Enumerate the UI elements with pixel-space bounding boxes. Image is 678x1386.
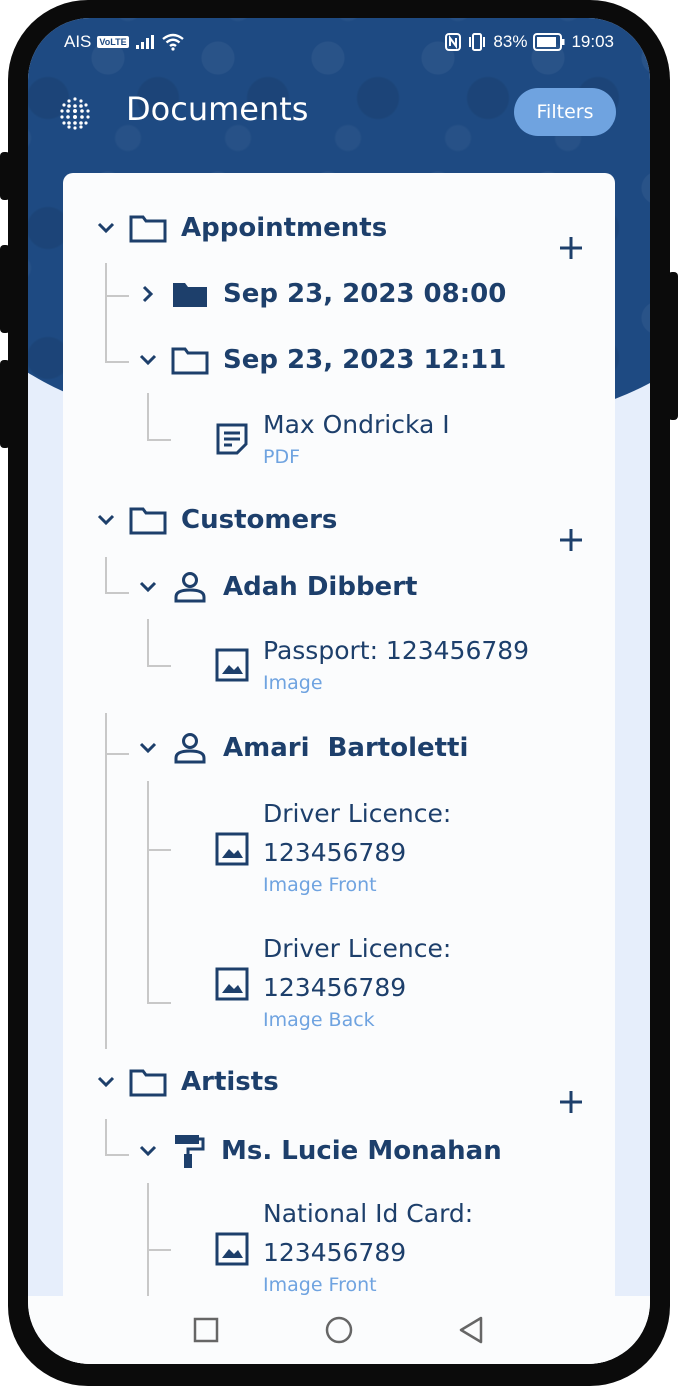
document-title: Max Ondricka I	[263, 410, 450, 439]
tree-connector	[147, 849, 171, 851]
tree-connector	[105, 1154, 129, 1156]
document-icon	[216, 423, 248, 454]
documents-tree: Appointments Sep 23, 2023 08:00 Sep 23, …	[63, 173, 615, 1364]
paint-roller-icon	[175, 1135, 205, 1168]
person-icon	[174, 733, 206, 764]
home-circle-icon[interactable]	[325, 1316, 353, 1344]
chevron-down-icon[interactable]	[95, 1071, 117, 1093]
chevron-down-icon[interactable]	[137, 349, 159, 371]
tree-connector	[105, 295, 129, 297]
chevron-down-icon[interactable]	[137, 576, 159, 598]
tree-connector	[105, 361, 129, 363]
document-number: 123456789	[263, 973, 407, 1002]
folder-icon	[171, 347, 209, 375]
side-button	[0, 245, 10, 333]
app-header: Documents Filters	[28, 84, 650, 144]
document-row[interactable]: Driver Licence: 123456789 Image Back	[215, 929, 451, 1031]
chevron-down-icon[interactable]	[95, 217, 117, 239]
document-row[interactable]: Passport: 123456789 Image	[215, 631, 529, 694]
document-title: Passport: 123456789	[263, 636, 530, 665]
volte-badge: VoLTE	[97, 36, 129, 48]
side-button	[0, 360, 10, 448]
folder-row[interactable]: Sep 23, 2023 12:11	[137, 345, 506, 375]
dots-grid-menu-icon[interactable]	[58, 96, 92, 130]
group-label: Customers	[181, 505, 338, 535]
carrier-label: AIS	[64, 32, 92, 51]
customer-row[interactable]: Amari Bartoletti	[137, 732, 468, 764]
filters-button[interactable]: Filters	[514, 88, 616, 136]
group-row-appointments[interactable]: Appointments	[95, 213, 387, 243]
group-row-artists[interactable]: Artists	[95, 1067, 279, 1097]
page-title: Documents	[126, 90, 309, 128]
tree-connector	[105, 592, 129, 594]
document-number: 123456789	[263, 838, 407, 867]
tree-connector	[105, 1119, 107, 1155]
vibrate-icon	[469, 33, 486, 51]
battery-percent: 83%	[493, 32, 528, 51]
side-button	[0, 152, 10, 200]
screen: AIS VoLTE 83% 19:03 Documents Filters Ap…	[28, 18, 650, 1364]
add-icon[interactable]	[558, 235, 584, 261]
status-bar: AIS VoLTE 83% 19:03	[28, 30, 650, 56]
tree-connector	[147, 665, 171, 667]
document-number: 123456789	[263, 1238, 407, 1267]
document-type: Image	[263, 672, 323, 694]
clock: 19:03	[571, 32, 614, 51]
artist-row[interactable]: Ms. Lucie Monahan	[137, 1133, 502, 1169]
chevron-down-icon[interactable]	[137, 737, 159, 759]
document-title: National Id Card:	[263, 1199, 474, 1228]
folder-filled-icon	[173, 283, 207, 307]
group-label: Artists	[181, 1067, 279, 1097]
customer-label: Amari Bartoletti	[223, 733, 469, 763]
document-type: Image Front	[263, 1274, 377, 1296]
group-row-customers[interactable]: Customers	[95, 505, 337, 535]
image-icon	[215, 1232, 249, 1266]
chevron-down-icon[interactable]	[137, 1140, 159, 1162]
side-button	[668, 272, 678, 420]
document-title: Driver Licence:	[263, 799, 452, 828]
folder-icon	[129, 215, 167, 243]
customer-row[interactable]: Adah Dibbert	[137, 571, 417, 603]
recents-square-icon[interactable]	[193, 1317, 219, 1343]
tree-connector	[147, 619, 149, 665]
signal-icon	[135, 35, 154, 49]
folder-row[interactable]: Sep 23, 2023 08:00	[137, 279, 506, 309]
tree-connector	[105, 753, 129, 755]
chevron-right-icon[interactable]	[137, 283, 159, 305]
document-title: Driver Licence:	[263, 934, 452, 963]
nfc-icon	[445, 33, 462, 51]
tree-connector	[105, 557, 107, 593]
artist-label: Ms. Lucie Monahan	[221, 1136, 502, 1166]
add-icon[interactable]	[558, 1089, 584, 1115]
document-row[interactable]: Max Ondricka I PDF	[215, 405, 450, 468]
tree-connector	[147, 439, 171, 441]
document-type: PDF	[263, 446, 301, 468]
group-label: Appointments	[181, 213, 388, 243]
battery-icon	[533, 33, 565, 51]
tree-connector	[105, 713, 107, 1049]
document-row[interactable]: National Id Card: 123456789 Image Front	[215, 1194, 473, 1296]
image-icon	[215, 832, 249, 866]
image-icon	[215, 648, 249, 681]
customer-label: Adah Dibbert	[223, 572, 418, 602]
tree-connector	[147, 781, 149, 1003]
folder-icon	[129, 1069, 167, 1097]
folder-icon	[129, 507, 167, 535]
tree-connector	[147, 1002, 171, 1004]
system-nav-bar	[28, 1296, 650, 1364]
tree-connector	[147, 1249, 171, 1251]
document-type: Image Back	[263, 1009, 375, 1031]
chevron-down-icon[interactable]	[95, 509, 117, 531]
folder-label: Sep 23, 2023 12:11	[223, 345, 507, 375]
tree-connector	[147, 393, 149, 439]
person-icon	[174, 572, 206, 603]
add-icon[interactable]	[558, 527, 584, 553]
back-triangle-icon[interactable]	[458, 1316, 484, 1344]
folder-label: Sep 23, 2023 08:00	[223, 279, 507, 309]
document-type: Image Front	[263, 874, 377, 896]
image-icon	[215, 967, 249, 1001]
tree-connector	[105, 263, 107, 363]
wifi-icon	[161, 33, 184, 51]
document-row[interactable]: Driver Licence: 123456789 Image Front	[215, 794, 451, 896]
